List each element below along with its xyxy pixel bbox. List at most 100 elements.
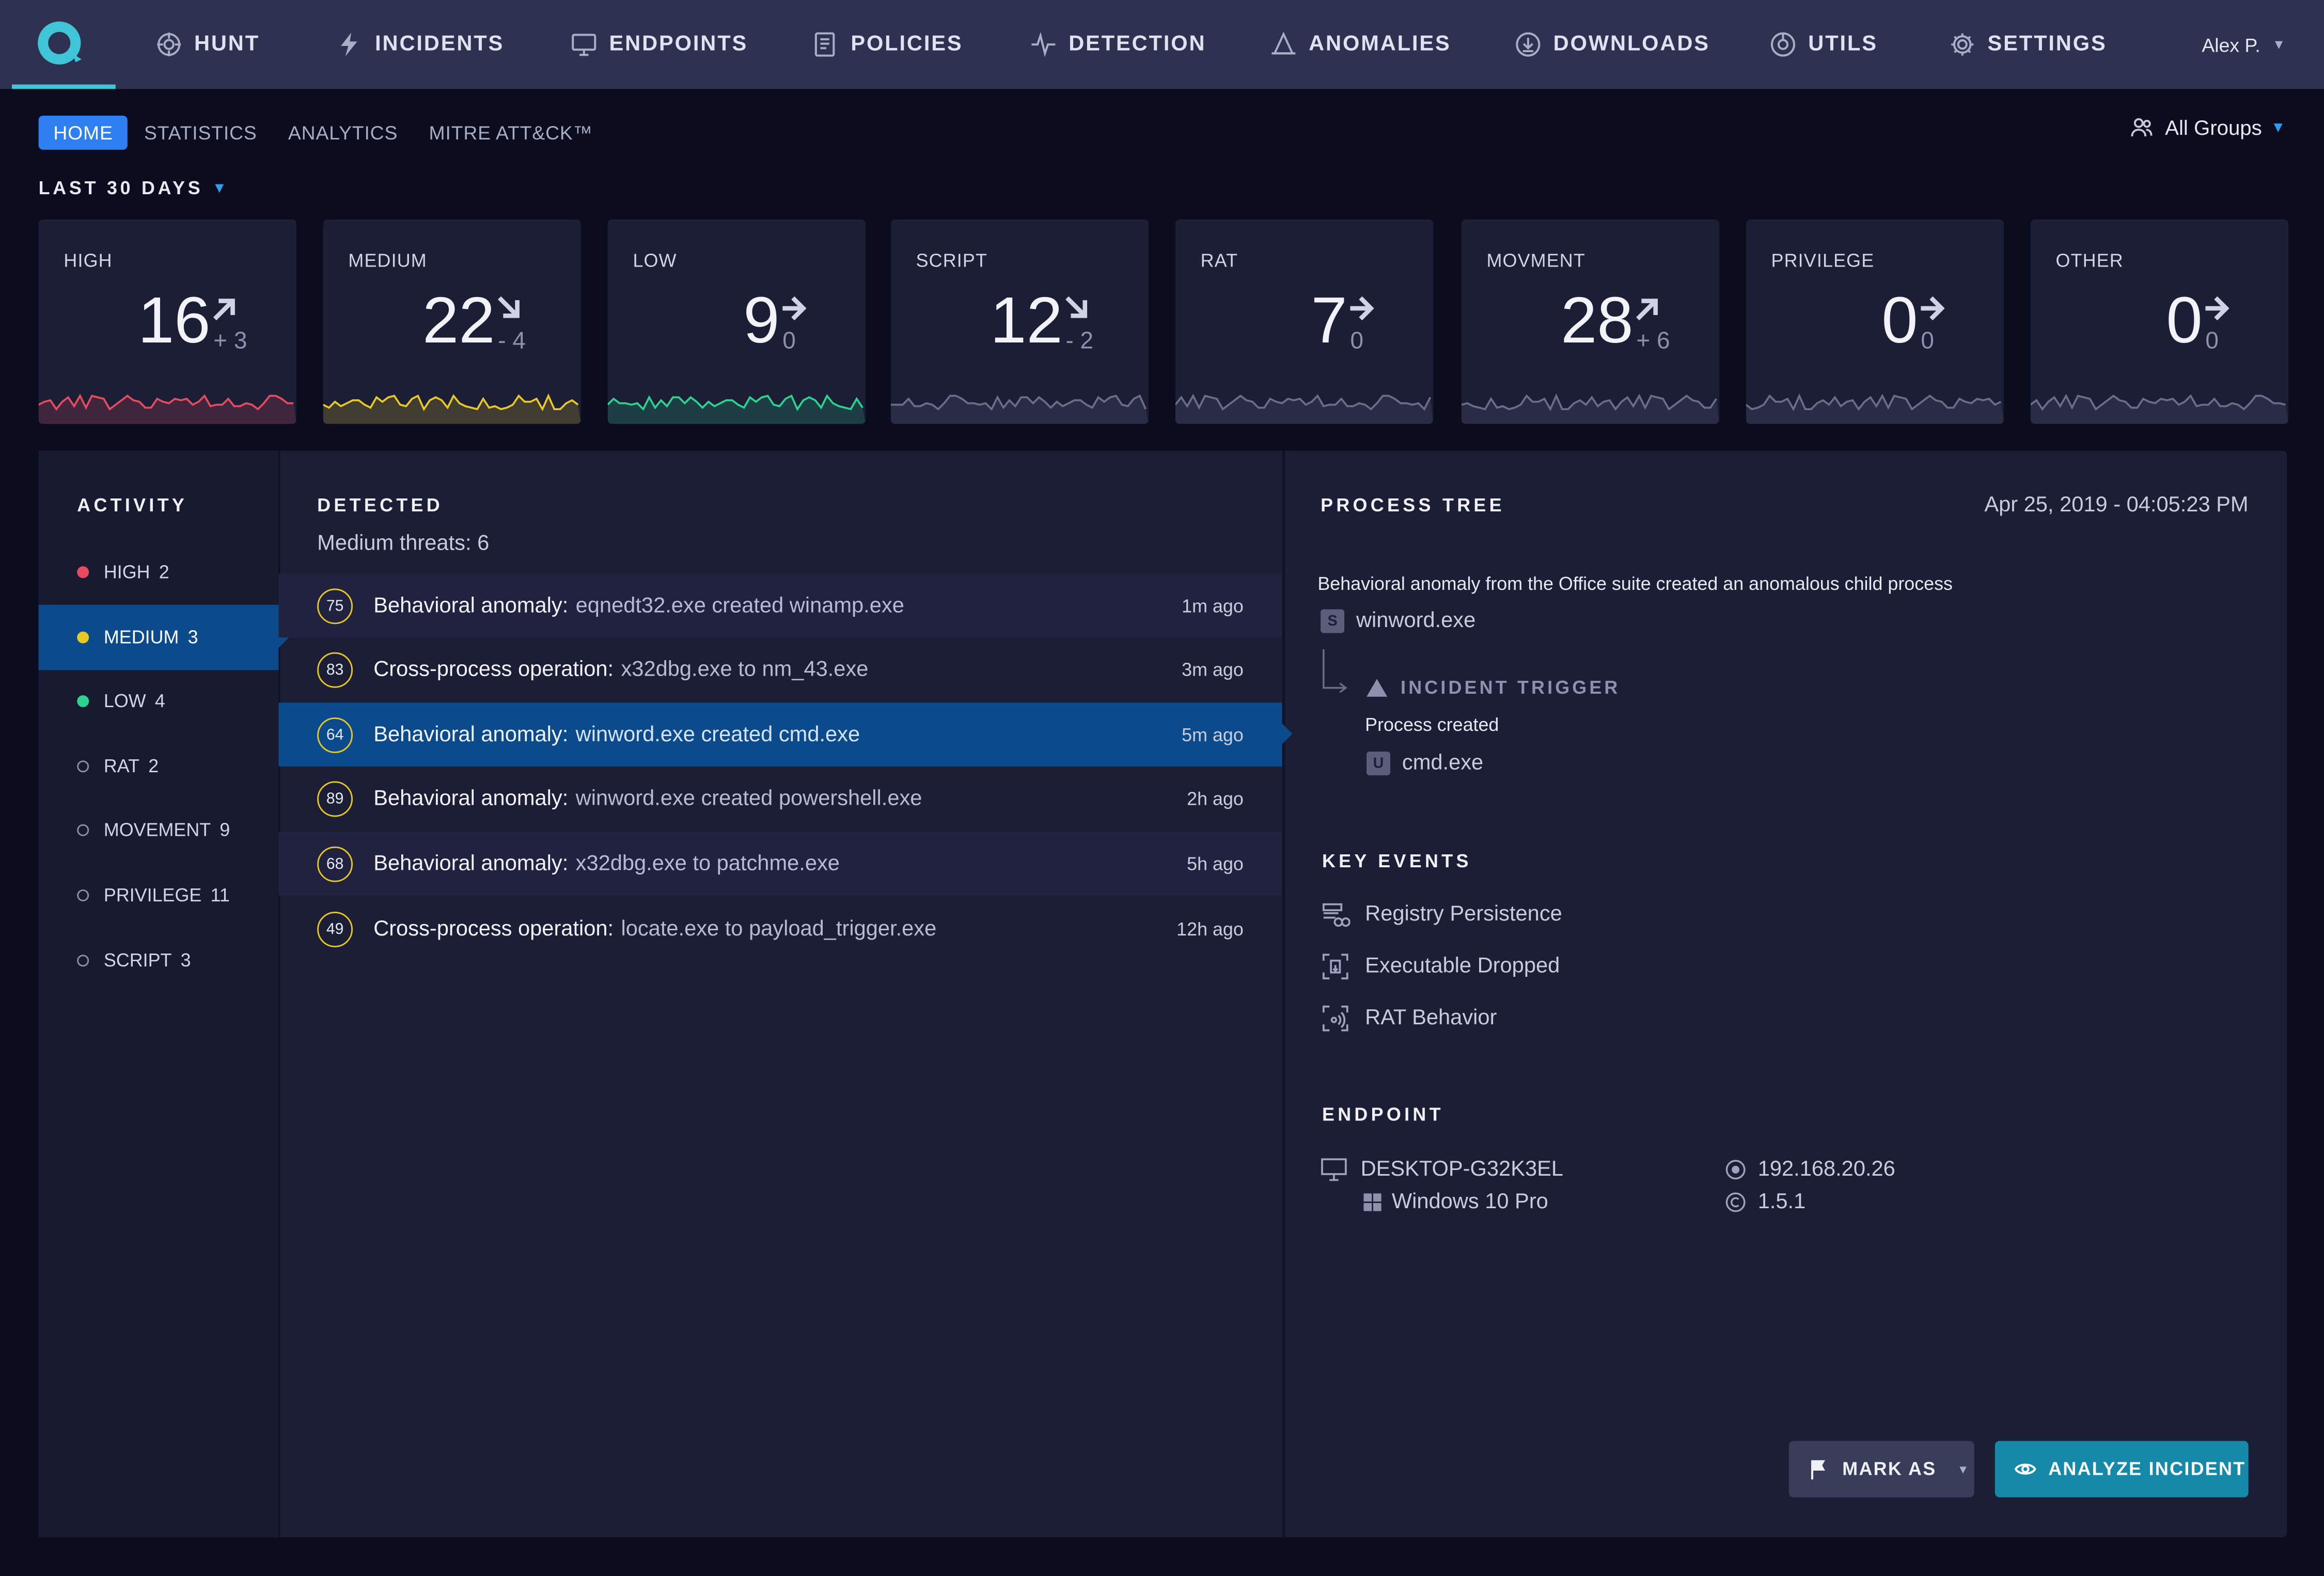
process-badge: U — [1367, 752, 1390, 775]
activity-label: MEDIUM — [103, 626, 179, 647]
stat-value: 22 — [422, 285, 495, 357]
analyze-incident-button[interactable]: ANALYZE INCIDENT — [1995, 1441, 2249, 1497]
period-selector[interactable]: LAST 30 DAYS ▼ — [39, 178, 230, 198]
stat-card-high[interactable]: HIGH 16 + 3 — [38, 219, 296, 424]
activity-count: 11 — [210, 885, 230, 906]
sparkline — [1746, 393, 2004, 424]
parent-process[interactable]: S winword.exe — [1321, 609, 1475, 633]
download-icon — [1516, 32, 1541, 57]
stat-label: OTHER — [2055, 251, 2124, 272]
active-indicator — [11, 84, 116, 89]
stat-card-other[interactable]: OTHER 0 0 — [2030, 219, 2289, 424]
key-event-registry[interactable]: Registry Persistence — [1321, 900, 1562, 929]
nav-settings[interactable]: SETTINGS — [1949, 0, 2107, 89]
activity-count: 3 — [187, 626, 198, 647]
version-icon — [1725, 1192, 1746, 1212]
stat-label: MOVMENT — [1486, 251, 1585, 272]
child-process-name: cmd.exe — [1402, 752, 1484, 775]
detected-row[interactable]: 64 Behavioral anomaly: winword.exe created… — [278, 703, 1293, 767]
threat-time: 1m ago — [1182, 595, 1244, 616]
incident-description: Behavioral anomaly from the Office suite… — [1317, 573, 1953, 595]
trend-up-icon — [213, 299, 235, 320]
key-event-rat[interactable]: RAT Behavior — [1321, 1004, 1497, 1033]
tab-analytics[interactable]: ANALYTICS — [273, 116, 413, 150]
sparkline — [607, 394, 866, 424]
chevron-down-icon: ▼ — [1957, 1462, 1970, 1476]
document-icon — [814, 32, 835, 57]
tools-icon — [1770, 32, 1796, 57]
stat-label: RAT — [1200, 251, 1238, 272]
activity-item-script[interactable]: SCRIPT 3 — [39, 927, 279, 992]
key-event-executable[interactable]: Executable Dropped — [1321, 951, 1560, 981]
detected-row[interactable]: 49 Cross-process operation: locate.exe to … — [279, 897, 1282, 960]
bell-icon — [1271, 32, 1296, 55]
activity-count: 3 — [180, 949, 191, 971]
group-selector[interactable]: All Groups ▼ — [2129, 116, 2285, 139]
stat-delta: 0 — [2205, 329, 2219, 354]
key-events-title: KEY EVENTS — [1322, 851, 1472, 872]
threat-detail: winword.exe created cmd.exe — [575, 723, 860, 747]
child-process[interactable]: U cmd.exe — [1367, 752, 1483, 775]
activity-item-movement[interactable]: MOVEMENT 9 — [39, 798, 279, 863]
top-navigation-bar: HUNT INCIDENTS ENDPOINTS POLICIES DETECT… — [0, 0, 2324, 89]
nav-utils[interactable]: UTILS — [1770, 0, 1878, 89]
monitor-icon — [1321, 1158, 1347, 1181]
trend-flat-icon — [1921, 296, 1945, 320]
app-logo[interactable] — [11, 0, 116, 89]
tab-home[interactable]: HOME — [38, 115, 128, 150]
severity-dot — [77, 954, 89, 966]
stat-card-medium[interactable]: MEDIUM 22- 4 — [323, 219, 582, 424]
mark-as-button[interactable]: MARK AS ▼ — [1788, 1441, 1974, 1497]
sparkline — [1461, 393, 1720, 424]
detected-row[interactable]: 89 Behavioral anomaly: winword.exe created… — [279, 768, 1282, 831]
detected-row[interactable]: 68 Behavioral anomaly: x32dbg.exe to patch… — [278, 832, 1282, 896]
nav-anomalies[interactable]: ANOMALIES — [1270, 0, 1451, 89]
logo-icon — [38, 21, 82, 65]
endpoint-version: 1.5.1 — [1725, 1190, 1806, 1214]
stat-card-low[interactable]: LOW 9 0 — [607, 219, 866, 424]
process-tree-panel: PROCESS TREE Apr 25, 2019 - 04:05:23 PM … — [1285, 450, 2287, 1537]
trend-flat-icon — [782, 296, 807, 320]
stat-card-movment[interactable]: MOVMENT 28 + 6 — [1461, 219, 1720, 424]
threat-detail: eqnedt32.exe created winamp.exe — [575, 594, 904, 618]
nav-endpoints[interactable]: ENDPOINTS — [571, 0, 748, 89]
nav-downloads[interactable]: DOWNLOADS — [1515, 0, 1710, 89]
trend-down-icon — [1065, 296, 1088, 318]
trigger-text: Process created — [1365, 714, 1499, 736]
stat-delta: 0 — [1921, 329, 1934, 354]
nav-hunt[interactable]: HUNT — [155, 0, 260, 89]
nav-label: DETECTION — [1069, 33, 1206, 57]
activity-item-low[interactable]: LOW 4 — [39, 669, 279, 734]
mark-as-label: MARK AS — [1842, 1458, 1937, 1480]
activity-item-rat[interactable]: RAT 2 — [39, 734, 279, 799]
hostname-value: DESKTOP-G32K3EL — [1360, 1158, 1564, 1182]
stat-card-rat[interactable]: RAT 7 0 — [1175, 219, 1434, 424]
detected-row[interactable]: 83 Cross-process operation: x32dbg.exe to … — [279, 638, 1282, 702]
stat-card-privilege[interactable]: PRIVILEGE 0 0 — [1746, 219, 2004, 424]
nav-incidents[interactable]: INCIDENTS — [336, 0, 504, 89]
stat-card-script[interactable]: SCRIPT 12- 2 — [890, 219, 1149, 424]
pulse-icon — [1031, 32, 1056, 57]
threat-time: 2h ago — [1187, 789, 1244, 810]
activity-item-medium[interactable]: MEDIUM 3 — [38, 604, 289, 670]
stat-delta: 0 — [782, 329, 796, 354]
threat-time: 3m ago — [1182, 660, 1244, 681]
stat-delta: - 2 — [1065, 329, 1094, 354]
nav-policies[interactable]: POLICIES — [812, 0, 963, 89]
gear-icon — [1951, 33, 1974, 56]
version-value: 1.5.1 — [1757, 1190, 1806, 1214]
tab-statistics[interactable]: STATISTICS — [129, 116, 272, 150]
tab-mitre[interactable]: MITRE ATT&CK™ — [414, 116, 608, 150]
endpoint-hostname[interactable]: DESKTOP-G32K3EL — [1321, 1158, 1563, 1181]
trend-flat-icon — [2205, 296, 2229, 320]
detected-row[interactable]: 75 Behavioral anomaly: eqnedt32.exe create… — [278, 573, 1282, 638]
threat-kind: Cross-process operation: — [373, 917, 614, 941]
threat-score-badge: 83 — [317, 652, 353, 688]
incident-panel: ACTIVITY HIGH 2 MEDIUM 3 LOW 4 RAT 2 MOVEMENT 9 PR… — [38, 450, 2287, 1538]
activity-item-high[interactable]: HIGH 2 — [39, 540, 279, 605]
activity-item-privilege[interactable]: PRIVILEGE 11 — [39, 863, 279, 928]
user-menu[interactable]: Alex P. ▼ — [2202, 0, 2285, 89]
nav-detection[interactable]: DETECTION — [1030, 0, 1206, 89]
activity-count: 4 — [154, 691, 165, 712]
stat-delta: + 6 — [1636, 329, 1670, 354]
